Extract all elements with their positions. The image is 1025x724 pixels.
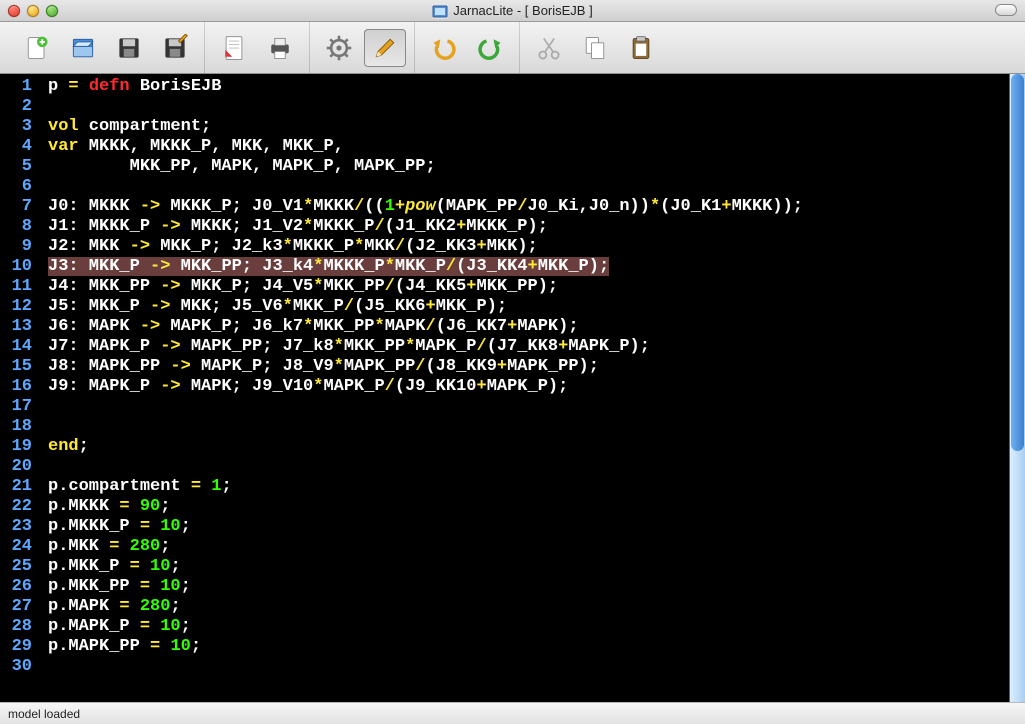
status-bar: model loaded [0,702,1025,724]
window-title: JarnacLite - [ BorisEJB ] [0,3,1025,19]
status-text: model loaded [8,707,80,721]
code-line[interactable]: J6: MAPK -> MAPK_P; J6_k7*MKK_PP*MAPK/(J… [48,317,1009,337]
line-number: 24 [0,537,32,557]
code-line[interactable]: J8: MAPK_PP -> MAPK_P; J8_V9*MAPK_PP/(J8… [48,357,1009,377]
line-number: 9 [0,237,32,257]
window-title-text: JarnacLite - [ BorisEJB ] [453,3,592,18]
code-line[interactable]: J7: MAPK_P -> MAPK_PP; J7_k8*MKK_PP*MAPK… [48,337,1009,357]
save-as-button[interactable] [154,29,196,67]
paste-button[interactable] [620,29,662,67]
code-line[interactable]: p.MKKK = 90; [48,497,1009,517]
code-line[interactable] [48,97,1009,117]
code-line[interactable]: J3: MKK_P -> MKK_PP; J3_k4*MKKK_P*MKK_P/… [48,257,1009,277]
code-line[interactable]: J1: MKKK_P -> MKKK; J1_V2*MKKK_P/(J1_KK2… [48,217,1009,237]
code-area[interactable]: p = defn BorisEJB vol compartment;var MKK… [38,74,1009,702]
toolbar-toggle-icon[interactable] [995,4,1017,16]
code-line[interactable] [48,657,1009,677]
code-line[interactable] [48,457,1009,477]
line-number: 5 [0,157,32,177]
line-number: 12 [0,297,32,317]
undo-button[interactable] [423,29,465,67]
vertical-scroll-thumb[interactable] [1011,74,1024,451]
code-line[interactable]: end; [48,437,1009,457]
line-number: 20 [0,457,32,477]
redo-button[interactable] [469,29,511,67]
line-number: 4 [0,137,32,157]
export-pdf-button[interactable] [213,29,255,67]
titlebar: JarnacLite - [ BorisEJB ] [0,0,1025,22]
code-line[interactable]: J4: MKK_PP -> MKK_P; J4_V5*MKK_PP/(J4_KK… [48,277,1009,297]
settings-button[interactable] [318,29,360,67]
line-number: 21 [0,477,32,497]
line-number: 16 [0,377,32,397]
code-line[interactable]: p.MKK = 280; [48,537,1009,557]
toolbar [0,22,1025,74]
code-line[interactable]: p.MKK_P = 10; [48,557,1009,577]
line-number: 7 [0,197,32,217]
traffic-lights [0,5,58,17]
code-line[interactable] [48,417,1009,437]
code-line[interactable] [48,397,1009,417]
line-number: 30 [0,657,32,677]
code-line[interactable]: J9: MAPK_P -> MAPK; J9_V10*MAPK_P/(J9_KK… [48,377,1009,397]
print-button[interactable] [259,29,301,67]
line-number: 3 [0,117,32,137]
line-number: 11 [0,277,32,297]
line-number: 19 [0,437,32,457]
editor[interactable]: 1234567891011121314151617181920212223242… [0,74,1025,702]
code-line[interactable]: var MKKK, MKKK_P, MKK, MKK_P, [48,137,1009,157]
line-number: 28 [0,617,32,637]
new-button[interactable] [16,29,58,67]
code-line[interactable]: MKK_PP, MAPK, MAPK_P, MAPK_PP; [48,157,1009,177]
line-number: 1 [0,77,32,97]
line-number-gutter: 1234567891011121314151617181920212223242… [0,74,38,702]
copy-button[interactable] [574,29,616,67]
line-number: 23 [0,517,32,537]
line-number: 8 [0,217,32,237]
line-number: 2 [0,97,32,117]
line-number: 15 [0,357,32,377]
line-number: 13 [0,317,32,337]
save-button[interactable] [108,29,150,67]
close-window-icon[interactable] [8,5,20,17]
line-number: 26 [0,577,32,597]
open-button[interactable] [62,29,104,67]
code-line[interactable]: p.MKKK_P = 10; [48,517,1009,537]
code-line[interactable]: p = defn BorisEJB [48,77,1009,97]
code-line[interactable]: J2: MKK -> MKK_P; J2_k3*MKKK_P*MKK/(J2_K… [48,237,1009,257]
code-line[interactable] [48,177,1009,197]
code-line[interactable]: p.MAPK_P = 10; [48,617,1009,637]
app-icon [432,3,448,19]
line-number: 29 [0,637,32,657]
line-number: 27 [0,597,32,617]
code-line[interactable]: p.MAPK_PP = 10; [48,637,1009,657]
zoom-window-icon[interactable] [46,5,58,17]
code-line[interactable]: p.MKK_PP = 10; [48,577,1009,597]
line-number: 10 [0,257,32,277]
code-line[interactable]: J5: MKK_P -> MKK; J5_V6*MKK_P/(J5_KK6+MK… [48,297,1009,317]
line-number: 6 [0,177,32,197]
edit-button[interactable] [364,29,406,67]
line-number: 14 [0,337,32,357]
vertical-scrollbar[interactable] [1009,74,1025,702]
code-line[interactable]: p.compartment = 1; [48,477,1009,497]
line-number: 22 [0,497,32,517]
line-number: 25 [0,557,32,577]
line-number: 17 [0,397,32,417]
minimize-window-icon[interactable] [27,5,39,17]
code-line[interactable]: p.MAPK = 280; [48,597,1009,617]
line-number: 18 [0,417,32,437]
code-line[interactable]: vol compartment; [48,117,1009,137]
cut-button[interactable] [528,29,570,67]
code-line[interactable]: J0: MKKK -> MKKK_P; J0_V1*MKKK/((1+pow(M… [48,197,1009,217]
